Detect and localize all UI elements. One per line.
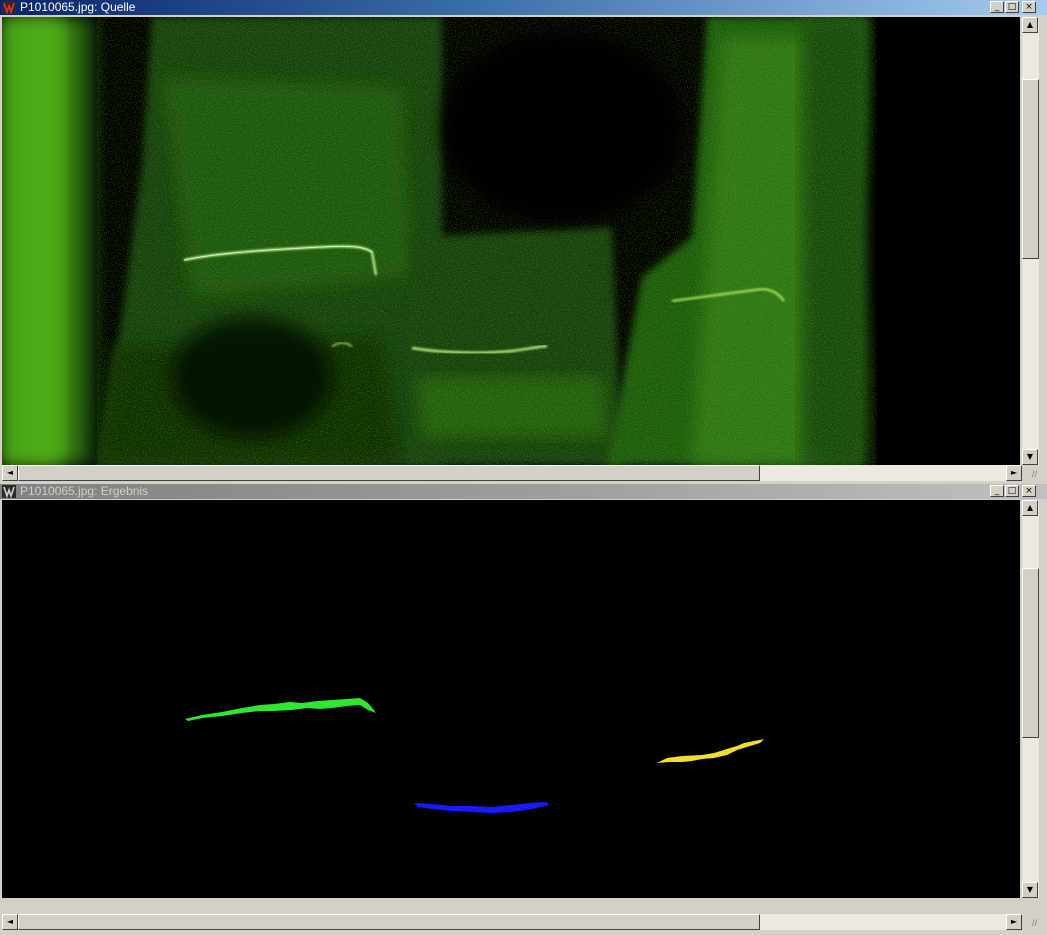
vertical-scroll-thumb[interactable]: [1022, 79, 1039, 259]
grip-glyph: //: [1031, 469, 1037, 479]
close-button[interactable]: ×: [1022, 1, 1036, 13]
scroll-down-button[interactable]: ▼: [1022, 449, 1038, 465]
maximize-button[interactable]: □: [1005, 485, 1019, 497]
window-title: P1010065.jpg: Ergebnis: [20, 484, 149, 498]
close-button[interactable]: ×: [1022, 485, 1036, 497]
horizontal-scroll-thumb[interactable]: [18, 914, 760, 930]
app-logo-icon: [2, 485, 16, 498]
vertical-scrollbar[interactable]: ▲ ▼: [1022, 500, 1039, 898]
minimize-button[interactable]: _: [990, 485, 1004, 497]
result-titlebar[interactable]: P1010065.jpg: Ergebnis _ □ ×: [0, 484, 1047, 499]
source-image-view[interactable]: [2, 17, 1020, 465]
scroll-up-button[interactable]: ▲: [1022, 500, 1038, 516]
scroll-left-button[interactable]: ◄: [2, 914, 18, 930]
source-titlebar[interactable]: P1010065.jpg: Quelle _ □ ×: [0, 0, 1047, 15]
grip-glyph: //: [1031, 918, 1037, 928]
result-image-view[interactable]: [2, 500, 1020, 898]
resize-grip-icon[interactable]: //: [1022, 914, 1039, 930]
horizontal-scrollbar[interactable]: ◄ ►: [2, 465, 1022, 481]
resize-grip-icon[interactable]: //: [1022, 465, 1039, 481]
scroll-right-button[interactable]: ►: [1006, 914, 1022, 930]
vertical-scroll-thumb[interactable]: [1022, 568, 1039, 738]
scroll-right-button[interactable]: ►: [1006, 465, 1022, 481]
window-title: P1010065.jpg: Quelle: [20, 0, 136, 14]
horizontal-scrollbar[interactable]: ◄ ►: [2, 914, 1022, 930]
scroll-left-button[interactable]: ◄: [2, 465, 18, 481]
app-logo-icon: [2, 1, 16, 14]
scroll-down-button[interactable]: ▼: [1022, 882, 1038, 898]
vertical-scrollbar[interactable]: ▲ ▼: [1022, 17, 1039, 465]
result-window: P1010065.jpg: Ergebnis _ □ × ▲ ▼ ◄ ► //: [0, 484, 1047, 935]
minimize-button[interactable]: _: [990, 1, 1004, 13]
maximize-button[interactable]: □: [1005, 1, 1019, 13]
scroll-up-button[interactable]: ▲: [1022, 17, 1038, 33]
horizontal-scroll-thumb[interactable]: [18, 465, 760, 481]
source-window: P1010065.jpg: Quelle _ □ × ▲ ▼ ◄ ► //: [0, 0, 1047, 484]
result-image: [2, 500, 1020, 898]
source-image: [2, 17, 1020, 465]
